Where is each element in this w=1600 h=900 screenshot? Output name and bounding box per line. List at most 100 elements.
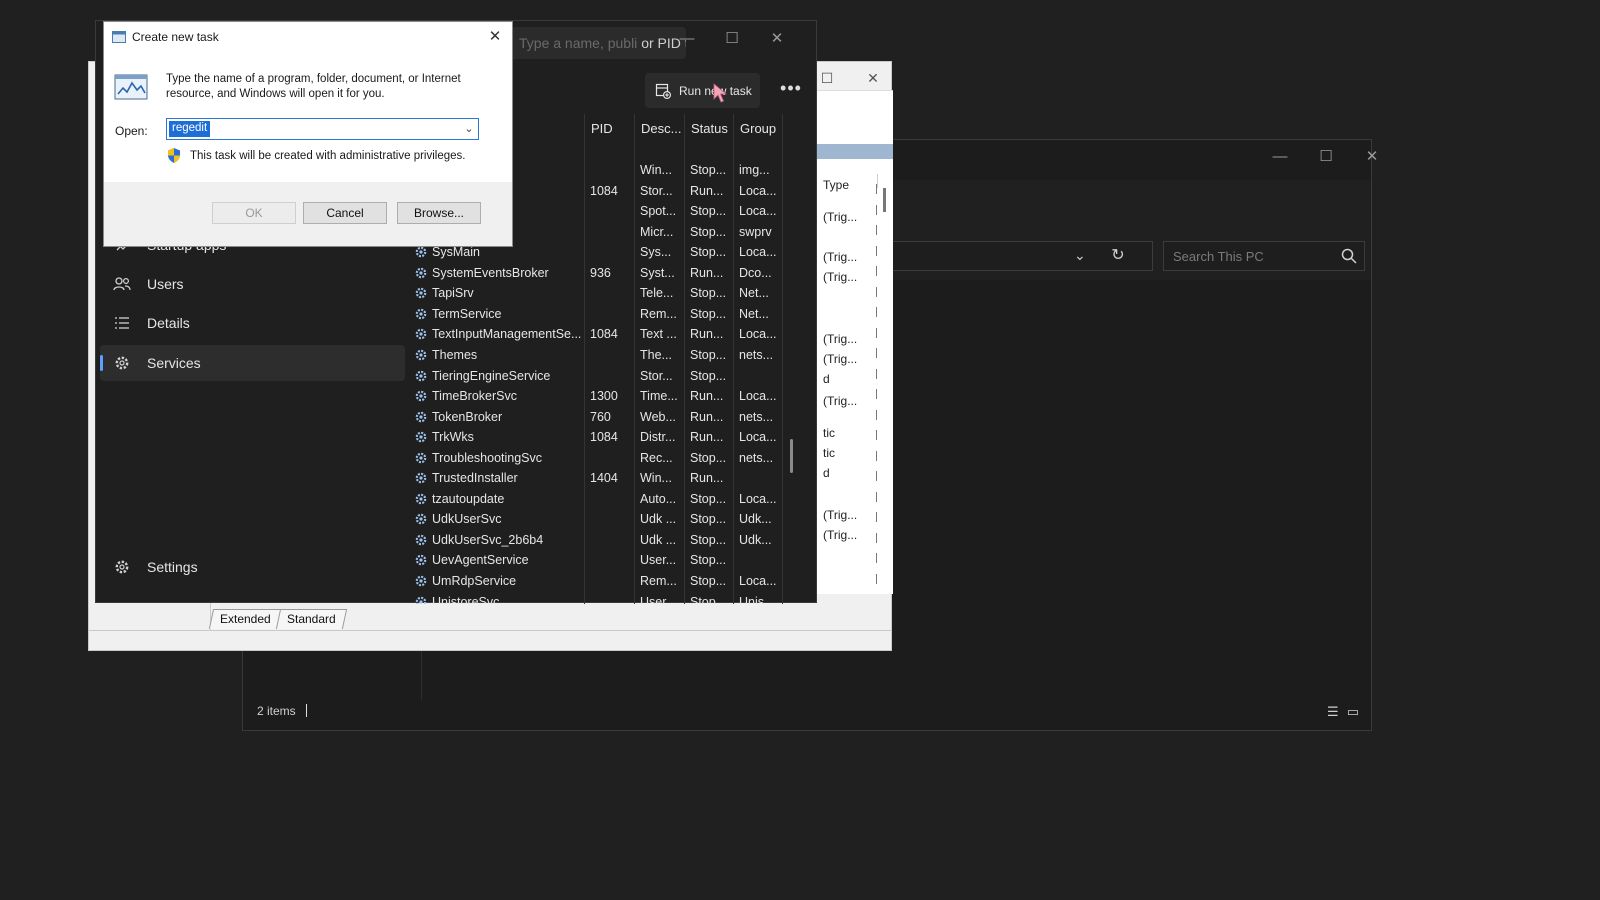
table-row[interactable]: TimeBrokerSvc 1300 Time... Run... Loca...	[414, 387, 818, 408]
status-cell: Run...	[690, 471, 724, 486]
close-icon[interactable]: ✕	[853, 66, 893, 90]
sidebar-item-label: Settings	[147, 559, 198, 575]
ok-button[interactable]: OK	[212, 202, 296, 224]
service-name: tzautoupdate	[432, 491, 505, 506]
scrollbar-thumb[interactable]	[883, 188, 886, 212]
details-icon	[113, 314, 131, 332]
list-item[interactable]: tic	[823, 426, 835, 440]
column-header-group[interactable]: Group	[733, 114, 785, 142]
table-row[interactable]: TextInputManagementSe... 1084 Text ... Run.…	[414, 325, 818, 346]
table-row[interactable]: TieringEngineService Stor... Stop...	[414, 367, 818, 388]
details-view-icon[interactable]: ☰	[1327, 704, 1339, 720]
column-divider	[876, 184, 877, 194]
service-name-cell: TapiSrv	[414, 286, 582, 300]
service-name: SysMain	[432, 245, 480, 260]
table-row[interactable]: UdkUserSvc_2b6b4 Udk ... Stop... Udk...	[414, 531, 818, 552]
table-row[interactable]: UnistoreSvc User... Stop... Unis...	[414, 593, 818, 604]
service-name-cell: UdkUserSvc_2b6b4	[414, 533, 582, 547]
tiles-view-icon[interactable]: ▭	[1347, 704, 1359, 720]
table-row[interactable]: UdkUserSvc Udk ... Stop... Udk...	[414, 510, 818, 531]
services-list[interactable]: Type (Trig... (Trig... (Trig... (Trig... (Tr…	[817, 144, 893, 594]
column-header-status[interactable]: Status	[684, 114, 733, 142]
list-item[interactable]: (Trig...	[823, 332, 857, 346]
pid-cell: 760	[590, 409, 611, 424]
list-item[interactable]: (Trig...	[823, 210, 857, 224]
description-cell: Udk ...	[640, 532, 677, 547]
status-cell: Run...	[690, 409, 724, 424]
scrollbar-thumb[interactable]	[790, 439, 793, 473]
address-bar[interactable]: ⌄ ↻	[863, 241, 1153, 271]
list-item[interactable]: d	[823, 372, 830, 386]
description-cell: User...	[640, 594, 677, 604]
task-manager-search[interactable]: Type a name, publi or PID t...	[509, 27, 686, 59]
table-row[interactable]: tzautoupdate Auto... Stop... Loca...	[414, 490, 818, 511]
cancel-button[interactable]: Cancel	[303, 202, 387, 224]
list-item[interactable]: d	[823, 466, 830, 480]
service-gear-icon	[414, 595, 428, 604]
status-cell: Stop...	[690, 347, 727, 362]
service-name-cell: TroubleshootingSvc	[414, 451, 582, 465]
search-icon[interactable]	[1340, 247, 1358, 265]
open-input-value[interactable]: regedit	[169, 121, 211, 137]
service-name: TimeBrokerSvc	[432, 389, 517, 404]
table-row[interactable]: UmRdpService Rem... Stop... Loca...	[414, 572, 818, 593]
sidebar-item-settings[interactable]: Settings	[100, 549, 405, 585]
list-item[interactable]: (Trig...	[823, 352, 857, 366]
column-header-description[interactable]: Desc...	[634, 114, 684, 142]
table-row[interactable]: Themes The... Stop... nets...	[414, 346, 818, 367]
column-header-pid[interactable]: PID	[584, 114, 634, 142]
minimize-icon[interactable]: —	[1257, 140, 1303, 172]
list-item[interactable]: (Trig...	[823, 250, 857, 264]
table-row[interactable]: TrustedInstaller 1404 Win... Run...	[414, 469, 818, 490]
service-name-cell: TrkWks	[414, 430, 582, 444]
column-divider	[876, 512, 877, 522]
service-name-cell: Themes	[414, 348, 582, 362]
run-new-task-button[interactable]: Run new task	[645, 73, 760, 108]
tab-extended[interactable]: Extended	[208, 609, 282, 629]
service-gear-icon	[414, 286, 428, 300]
close-icon[interactable]: ✕	[1349, 140, 1395, 172]
list-item[interactable]: (Trig...	[823, 394, 857, 408]
sidebar-item-users[interactable]: Users	[100, 266, 405, 302]
search-box[interactable]: Search This PC	[1163, 241, 1365, 271]
close-icon[interactable]: ✕	[484, 26, 506, 48]
list-item[interactable]: (Trig...	[823, 528, 857, 542]
chevron-down-icon[interactable]: ⌄	[1074, 247, 1086, 264]
list-item[interactable]: (Trig...	[823, 270, 857, 284]
maximize-icon[interactable]: ☐	[709, 23, 755, 53]
tab-standard[interactable]: Standard	[275, 609, 347, 629]
minimize-icon[interactable]: —	[664, 23, 710, 53]
more-options-button[interactable]: •••	[776, 79, 806, 103]
column-divider	[876, 389, 877, 399]
column-header-type[interactable]: Type	[823, 178, 849, 192]
sidebar-item-label: Services	[147, 355, 201, 371]
table-row[interactable]: SystemEventsBroker 936 Syst... Run... Dco...	[414, 264, 818, 285]
status-cell: Stop...	[690, 306, 727, 321]
service-gear-icon	[414, 410, 428, 424]
chevron-down-icon[interactable]: ⌄	[460, 119, 478, 139]
group-cell: Net...	[739, 286, 769, 301]
service-gear-icon	[414, 389, 428, 403]
shield-icon	[168, 148, 180, 163]
table-row[interactable]: TrkWks 1084 Distr... Run... Loca...	[414, 428, 818, 449]
table-row[interactable]: UevAgentService User... Stop...	[414, 551, 818, 572]
table-row[interactable]: TokenBroker 760 Web... Run... nets...	[414, 408, 818, 429]
selected-row[interactable]	[817, 144, 893, 159]
browse-button[interactable]: Browse...	[397, 202, 481, 224]
sidebar-item-services[interactable]: Services	[100, 345, 405, 381]
list-item[interactable]: tic	[823, 446, 835, 460]
list-item[interactable]: (Trig...	[823, 508, 857, 522]
group-cell: Loca...	[739, 245, 777, 260]
close-icon[interactable]: ✕	[754, 23, 800, 53]
open-label: Open:	[115, 124, 148, 138]
refresh-icon[interactable]: ↻	[1104, 245, 1132, 269]
table-row[interactable]: TroubleshootingSvc Rec... Stop... nets...	[414, 449, 818, 470]
service-gear-icon	[414, 574, 428, 588]
mouse-cursor-icon	[713, 83, 727, 103]
table-row[interactable]: TapiSrv Tele... Stop... Net...	[414, 284, 818, 305]
open-combobox[interactable]: regedit ⌄	[166, 118, 479, 140]
sidebar-item-details[interactable]: Details	[100, 305, 405, 341]
table-row[interactable]: TermService Rem... Stop... Net...	[414, 305, 818, 326]
service-name-cell: UevAgentService	[414, 553, 582, 567]
maximize-icon[interactable]: ☐	[1303, 140, 1349, 172]
